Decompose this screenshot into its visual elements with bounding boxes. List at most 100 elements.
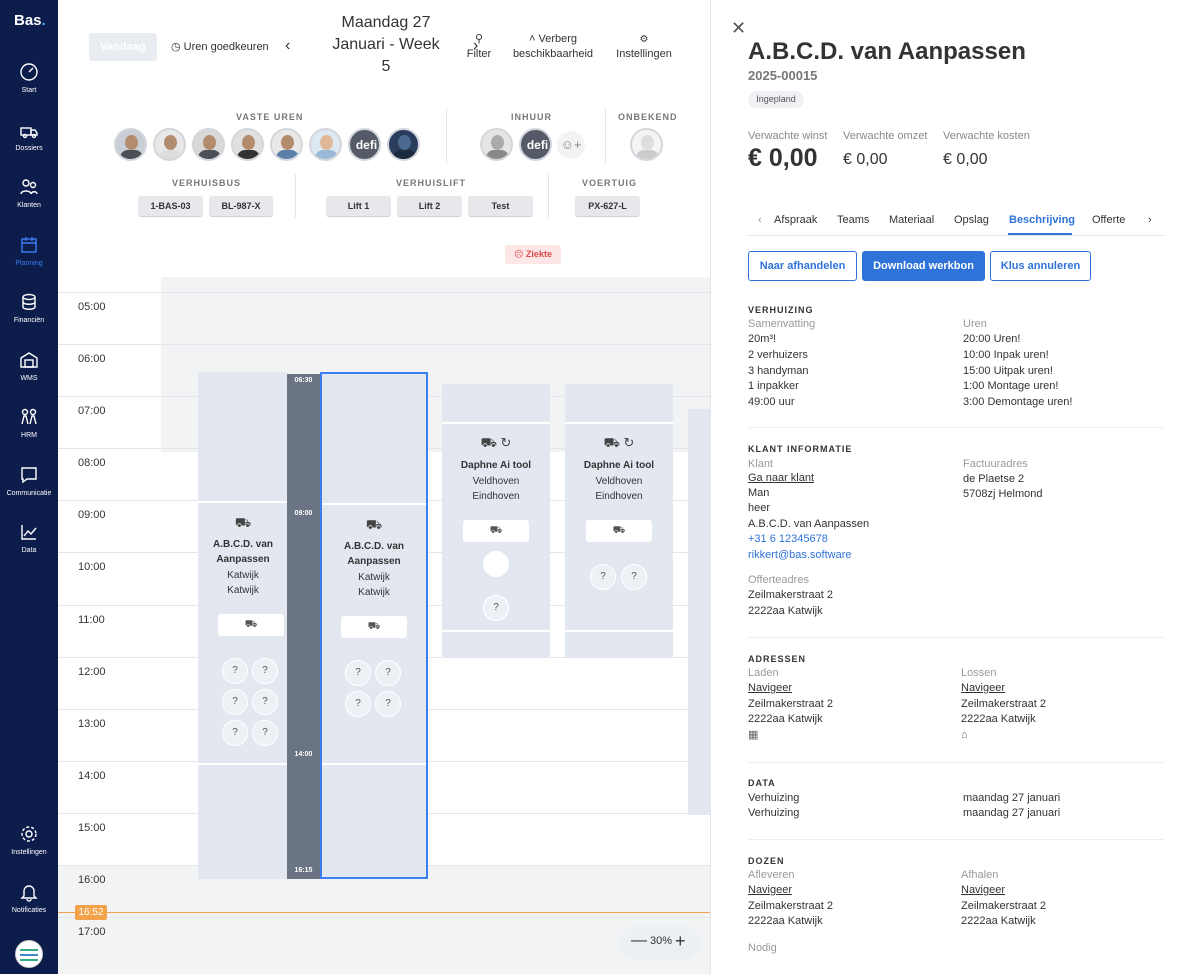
calendar-event-partial[interactable] (688, 409, 710, 815)
tabs-prev-chevron-icon[interactable]: ‹ (758, 214, 762, 226)
tab-offerte[interactable]: Offerte (1092, 214, 1125, 226)
quote-city: 2222aa Katwijk (748, 605, 823, 617)
calendar-event[interactable]: ⛟ ↻ Daphne Ai tool Veldhoven Eindhoven ⛟… (442, 384, 550, 658)
nav-klanten[interactable]: Klanten (0, 177, 58, 209)
unassigned-person-icon[interactable]: ? (375, 691, 401, 717)
unassigned-person-icon[interactable]: ? (252, 689, 278, 715)
hire-avatar[interactable]: defi (519, 128, 552, 161)
unassigned-person-icon[interactable]: ? (483, 595, 509, 621)
section-divider (748, 427, 1164, 428)
nav-dossiers[interactable]: Dossiers (0, 120, 58, 152)
event-city: Veldhoven (595, 476, 643, 487)
sick-badge[interactable]: ☹ Ziekte (505, 245, 561, 264)
unassigned-person-icon[interactable]: ? (252, 658, 278, 684)
close-icon[interactable]: ✕ (731, 18, 746, 39)
nav-start[interactable]: Start (0, 62, 58, 94)
kpi-revenue-label: Verwachte omzet (843, 130, 928, 142)
assigned-person-avatar[interactable] (483, 551, 509, 577)
van-label: VERHUISBUS (172, 178, 242, 188)
lift-chip[interactable]: Lift 2 (397, 196, 462, 216)
employee-avatar[interactable] (192, 128, 225, 161)
tab-beschrijving[interactable]: Beschrijving (1009, 214, 1075, 226)
tab-materiaal[interactable]: Materiaal (889, 214, 934, 226)
van-chip[interactable]: 1-BAS-03 (138, 196, 203, 216)
navigate-link[interactable]: Navigeer (748, 681, 792, 697)
date-row-label: Verhuizing (748, 807, 800, 819)
settings-button[interactable]: ⚙ Instellingen (614, 32, 674, 62)
navigate-link[interactable]: Navigeer (961, 681, 1005, 697)
unassigned-person-icon[interactable]: ? (252, 720, 278, 746)
hire-avatar[interactable] (480, 128, 513, 161)
navigate-link[interactable]: Navigeer (961, 883, 1005, 899)
time-mid: 09:00 (294, 510, 313, 517)
nav-notificaties[interactable]: Notificaties (0, 882, 58, 914)
nav-financien[interactable]: Financiën (0, 292, 58, 324)
hour-label: 11:00 (78, 614, 105, 626)
unassigned-person-icon[interactable]: ? (222, 689, 248, 715)
vehicle-slot-button[interactable]: ⛟ (218, 614, 284, 636)
user-avatar[interactable] (15, 940, 43, 968)
kpi-revenue-value: € 0,00 (843, 151, 888, 168)
unknown-avatar[interactable] (630, 128, 663, 161)
nav-communicatie[interactable]: Communicatie (0, 465, 58, 497)
logo[interactable]: Bas. (14, 12, 46, 29)
summary-value: 2 verhuizers (748, 349, 808, 361)
calendar-event[interactable]: ⛟ ↻ Daphne Ai tool Veldhoven Eindhoven ⛟… (565, 384, 673, 658)
deliver-city: 2222aa Katwijk (748, 915, 823, 927)
unassigned-person-icon[interactable]: ? (621, 564, 647, 590)
employee-avatar[interactable] (309, 128, 342, 161)
nav-data[interactable]: Data (0, 522, 58, 554)
zoom-out-button[interactable]: — (631, 932, 647, 950)
goto-client-link[interactable]: Ga naar klant (748, 471, 814, 487)
nav-wms[interactable]: WMS (0, 350, 58, 382)
nav-hrm[interactable]: HRM (0, 407, 58, 439)
chart-icon (21, 525, 37, 540)
lift-chip[interactable]: Lift 1 (326, 196, 391, 216)
tab-opslag[interactable]: Opslag (954, 214, 989, 226)
calendar-event[interactable]: ⛟ A.B.C.D. van Aanpassen Katwijk Katwijk… (198, 372, 288, 879)
zoom-in-button[interactable]: + (675, 931, 686, 952)
add-user-icon[interactable]: ☺+ (557, 131, 585, 159)
client-phone-link[interactable]: +31 6 12345678 (748, 532, 828, 548)
approve-hours-button[interactable]: ◷ Uren goedkeuren (171, 40, 269, 55)
client-email-link[interactable]: rikkert@bas.software (748, 548, 851, 564)
event-city: Veldhoven (472, 476, 520, 487)
section-title: DOZEN (748, 856, 785, 866)
employee-avatar[interactable] (231, 128, 264, 161)
employee-avatar[interactable] (114, 128, 147, 161)
hide-availability-button[interactable]: ˄ Verberg beschikbaarheid (510, 32, 596, 62)
summary-value: 3 handyman (748, 365, 809, 377)
filter-button[interactable]: ⚲ Filter (464, 32, 494, 62)
unassigned-person-icon[interactable]: ? (222, 720, 248, 746)
lift-chip[interactable]: Test (468, 196, 533, 216)
prev-day-chevron-icon[interactable]: ‹ (285, 37, 290, 55)
unassigned-person-icon[interactable]: ? (345, 691, 371, 717)
vehicle-slot-button[interactable]: ⛟ (341, 616, 407, 638)
tabs-next-chevron-icon[interactable]: › (1148, 214, 1152, 226)
hour-label: 05:00 (78, 301, 106, 313)
download-workorder-button[interactable]: Download werkbon (862, 251, 985, 281)
employee-avatar[interactable] (270, 128, 303, 161)
vehicle-chip[interactable]: PX-627-L (575, 196, 640, 216)
section-divider (748, 637, 1164, 638)
calendar-event-selected[interactable]: ⛟ A.B.C.D. van Aanpassen Katwijk Katwijk… (320, 372, 428, 879)
employee-avatar[interactable] (387, 128, 420, 161)
unassigned-person-icon[interactable]: ? (375, 660, 401, 686)
tab-teams[interactable]: Teams (837, 214, 869, 226)
time-range-bar[interactable]: 06:30 09:00 14:00 16:15 (287, 374, 320, 879)
tab-afspraak[interactable]: Afspraak (774, 214, 817, 226)
vehicle-slot-button[interactable]: ⛟ (463, 520, 529, 542)
employee-avatar[interactable]: defi (348, 128, 381, 161)
complete-button[interactable]: Naar afhandelen (748, 251, 857, 281)
unassigned-person-icon[interactable]: ? (222, 658, 248, 684)
employee-avatar[interactable] (153, 128, 186, 161)
unassigned-person-icon[interactable]: ? (590, 564, 616, 590)
nav-planning[interactable]: Planning (0, 235, 58, 267)
van-chip[interactable]: BL-987-X (209, 196, 273, 216)
nav-instellingen[interactable]: Instellingen (0, 824, 58, 856)
unassigned-person-icon[interactable]: ? (345, 660, 371, 686)
today-button[interactable]: Vandaag (89, 33, 157, 61)
cancel-job-button[interactable]: Klus annuleren (990, 251, 1091, 281)
vehicle-slot-button[interactable]: ⛟ (586, 520, 652, 542)
navigate-link[interactable]: Navigeer (748, 883, 792, 899)
